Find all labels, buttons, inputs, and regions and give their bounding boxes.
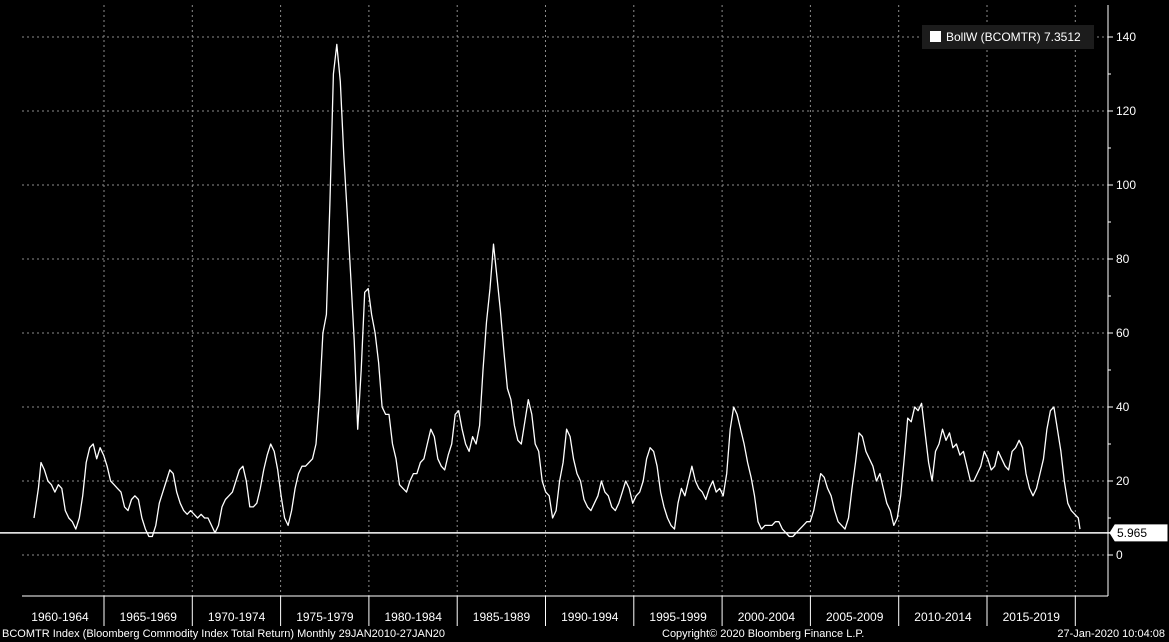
footer: BCOMTR Index (Bloomberg Commodity Index …	[0, 626, 1169, 642]
x-category-label: 1995-1999	[649, 610, 707, 624]
y-tick-label: 20	[1116, 474, 1130, 488]
last-value-label: 5.965	[1117, 526, 1147, 540]
y-tick-label: 60	[1116, 326, 1130, 340]
footer-security-info: BCOMTR Index (Bloomberg Commodity Index …	[2, 628, 446, 640]
x-category-label: 1980-1984	[385, 610, 443, 624]
axes	[22, 5, 1109, 597]
x-category-label: 2010-2014	[914, 610, 972, 624]
y-tick-label: 0	[1116, 548, 1123, 562]
x-category-label: 1965-1969	[120, 610, 178, 624]
y-tick-label: 140	[1116, 30, 1136, 44]
x-category-label: 1985-1989	[473, 610, 531, 624]
y-tick-label: 80	[1116, 252, 1130, 266]
legend: BollW (BCOMTR) 7.3512	[922, 25, 1094, 49]
x-category-label: 1960-1964	[31, 610, 89, 624]
series-layer	[33, 43, 1081, 538]
x-axis-categories: 1960-1964 1965-1969 1970-1974 1975-1979 1980…	[31, 596, 1076, 626]
last-value-line: 5.965	[0, 524, 1168, 542]
gridlines	[22, 5, 1108, 596]
legend-label: BollW (BCOMTR) 7.3512	[946, 30, 1081, 44]
x-category-label: 2015-2019	[1003, 610, 1061, 624]
footer-timestamp: 27-Jan-2020 10:04:08	[1057, 628, 1165, 640]
footer-copyright: Copyright© 2020 Bloomberg Finance L.P.	[662, 628, 865, 640]
x-category-label: 1990-1994	[561, 610, 619, 624]
series-line-bollw	[33, 43, 1081, 538]
y-tick-label: 40	[1116, 400, 1130, 414]
y-tick-label: 100	[1116, 178, 1136, 192]
chart-canvas: 1960-1964 1965-1969 1970-1974 1975-1979 1980…	[0, 5, 1168, 626]
x-category-label: 2000-2004	[738, 610, 796, 624]
y-tick-label: 120	[1116, 104, 1136, 118]
x-category-label: 2005-2009	[826, 610, 884, 624]
y-axis-ticks: 0 20 40 60 80 100 120 140	[1108, 30, 1136, 562]
legend-swatch	[930, 31, 941, 42]
x-category-label: 1975-1979	[296, 610, 354, 624]
x-category-label: 1970-1974	[208, 610, 266, 624]
